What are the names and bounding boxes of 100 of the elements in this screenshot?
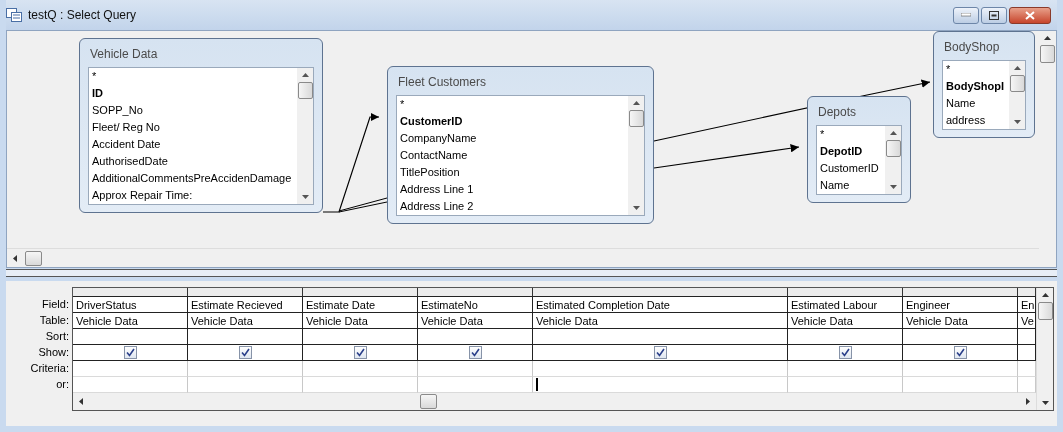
show-cell[interactable]	[73, 345, 188, 361]
scroll-up-icon[interactable]	[1013, 66, 1021, 70]
field-item[interactable]: CustomerID	[817, 160, 885, 177]
vertical-scrollbar[interactable]	[628, 96, 644, 215]
field-cell[interactable]: Estimated Labour	[788, 297, 903, 313]
show-cell[interactable]	[788, 345, 903, 361]
scroll-down-icon[interactable]	[889, 185, 897, 189]
sort-cell[interactable]	[533, 329, 788, 345]
scroll-right-icon[interactable]	[1026, 398, 1030, 405]
vertical-scrollbar[interactable]	[1009, 61, 1025, 129]
scroll-thumb[interactable]	[420, 394, 437, 409]
sort-cell[interactable]	[73, 329, 188, 345]
field-cell[interactable]: EstimateNo	[418, 297, 533, 313]
column-selector[interactable]	[73, 288, 188, 297]
scroll-thumb[interactable]	[1040, 45, 1055, 63]
field-item[interactable]: Accident Date	[89, 136, 297, 153]
criteria-cell[interactable]	[303, 361, 418, 377]
show-cell[interactable]	[418, 345, 533, 361]
table-window[interactable]: Depots * DepotID CustomerID Name	[807, 96, 911, 203]
column-selector[interactable]	[303, 288, 418, 297]
show-cell[interactable]	[903, 345, 1018, 361]
scroll-thumb[interactable]	[628, 110, 644, 127]
scroll-thumb[interactable]	[1009, 75, 1025, 92]
field-item[interactable]: address	[943, 112, 1009, 129]
column-selector[interactable]	[788, 288, 903, 297]
criteria-cell[interactable]	[188, 361, 303, 377]
column-selector[interactable]	[1018, 288, 1036, 297]
table-cell[interactable]: Vehicle Data	[303, 313, 418, 329]
show-cell[interactable]	[303, 345, 418, 361]
criteria-cell[interactable]	[418, 361, 533, 377]
restore-button[interactable]	[981, 6, 1007, 24]
field-item[interactable]: Approx Repair Time:	[89, 187, 297, 204]
column-selector[interactable]	[533, 288, 788, 297]
show-checkbox[interactable]	[653, 346, 667, 359]
criteria-cell[interactable]	[73, 361, 188, 377]
column-selector[interactable]	[903, 288, 1018, 297]
field-cell[interactable]: DriverStatus	[73, 297, 188, 313]
field-cell[interactable]: Estimated Completion Date	[533, 297, 788, 313]
scroll-down-icon[interactable]	[301, 195, 309, 199]
scroll-up-icon[interactable]	[1041, 293, 1049, 297]
column-selector[interactable]	[418, 288, 533, 297]
field-item[interactable]: AuthorisedDate	[89, 153, 297, 170]
table-window[interactable]: Vehicle Data * ID SOPP_No Fleet/ Reg No Accident Date AuthorisedDate AdditionalCommentsPreAccidenDamage Approx Repair Time:	[79, 38, 323, 213]
scroll-thumb[interactable]	[885, 140, 901, 157]
show-checkbox[interactable]	[123, 346, 137, 359]
horizontal-scrollbar[interactable]	[7, 248, 1039, 267]
sort-cell[interactable]	[303, 329, 418, 345]
show-cell[interactable]	[188, 345, 303, 361]
field-cell[interactable]: Estimate Recieved	[188, 297, 303, 313]
criteria-cell[interactable]	[903, 361, 1018, 377]
scroll-down-icon[interactable]	[1013, 120, 1021, 124]
sort-cell[interactable]	[418, 329, 533, 345]
field-item[interactable]: Address Line 1	[397, 181, 628, 198]
table-cell[interactable]: Vehicle Data	[533, 313, 788, 329]
field-item[interactable]: CustomerID	[397, 113, 628, 130]
scroll-up-icon[interactable]	[889, 131, 897, 135]
show-checkbox[interactable]	[353, 346, 367, 359]
criteria-cell[interactable]	[788, 361, 903, 377]
vertical-scrollbar[interactable]	[885, 126, 901, 194]
field-item[interactable]: Address Line 2	[397, 198, 628, 215]
scroll-up-icon[interactable]	[632, 101, 640, 105]
table-cell[interactable]: Vehicle Data	[188, 313, 303, 329]
show-checkbox[interactable]	[468, 346, 482, 359]
column-selector[interactable]	[188, 288, 303, 297]
scroll-left-icon[interactable]	[79, 398, 83, 405]
scroll-thumb[interactable]	[1037, 302, 1053, 320]
pane-splitter[interactable]	[6, 269, 1057, 277]
show-checkbox[interactable]	[238, 346, 252, 359]
field-item[interactable]: ID	[89, 85, 297, 102]
table-window[interactable]: Fleet Customers * CustomerID CompanyName ContactName TitlePosition Address Line 1 Address Line 2	[387, 66, 654, 224]
field-item[interactable]: BodyShopI	[943, 78, 1009, 95]
table-cell[interactable]: Vehicle Data	[903, 313, 1018, 329]
close-button[interactable]	[1009, 6, 1051, 24]
table-cell[interactable]: Vehicle Data	[418, 313, 533, 329]
field-item[interactable]: *	[817, 126, 885, 143]
show-cell[interactable]	[533, 345, 788, 361]
field-item[interactable]: Name	[817, 177, 885, 194]
vertical-scrollbar[interactable]	[1036, 288, 1053, 410]
field-item[interactable]: CompanyName	[397, 130, 628, 147]
table-window[interactable]: BodyShop * BodyShopI Name address	[933, 31, 1035, 138]
show-checkbox[interactable]	[838, 346, 852, 359]
scroll-up-icon[interactable]	[1044, 36, 1051, 40]
field-cell[interactable]: Engineer	[903, 297, 1018, 313]
field-item[interactable]: DepotID	[817, 143, 885, 160]
field-item[interactable]: Name	[943, 95, 1009, 112]
sort-cell[interactable]	[188, 329, 303, 345]
scroll-up-icon[interactable]	[301, 73, 309, 77]
table-cell[interactable]: Vehicle Data	[788, 313, 903, 329]
sort-cell[interactable]	[903, 329, 1018, 345]
field-item[interactable]: *	[89, 68, 297, 85]
scroll-thumb[interactable]	[297, 82, 313, 99]
field-item[interactable]: Fleet/ Reg No	[89, 119, 297, 136]
sort-cell[interactable]	[788, 329, 903, 345]
scroll-down-icon[interactable]	[632, 206, 640, 210]
scroll-down-icon[interactable]	[1041, 401, 1049, 405]
criteria-cell[interactable]	[533, 361, 788, 377]
vertical-scrollbar[interactable]	[297, 68, 313, 204]
scroll-thumb[interactable]	[25, 250, 42, 266]
field-item[interactable]: AdditionalCommentsPreAccidenDamage	[89, 170, 297, 187]
field-item[interactable]: ContactName	[397, 147, 628, 164]
